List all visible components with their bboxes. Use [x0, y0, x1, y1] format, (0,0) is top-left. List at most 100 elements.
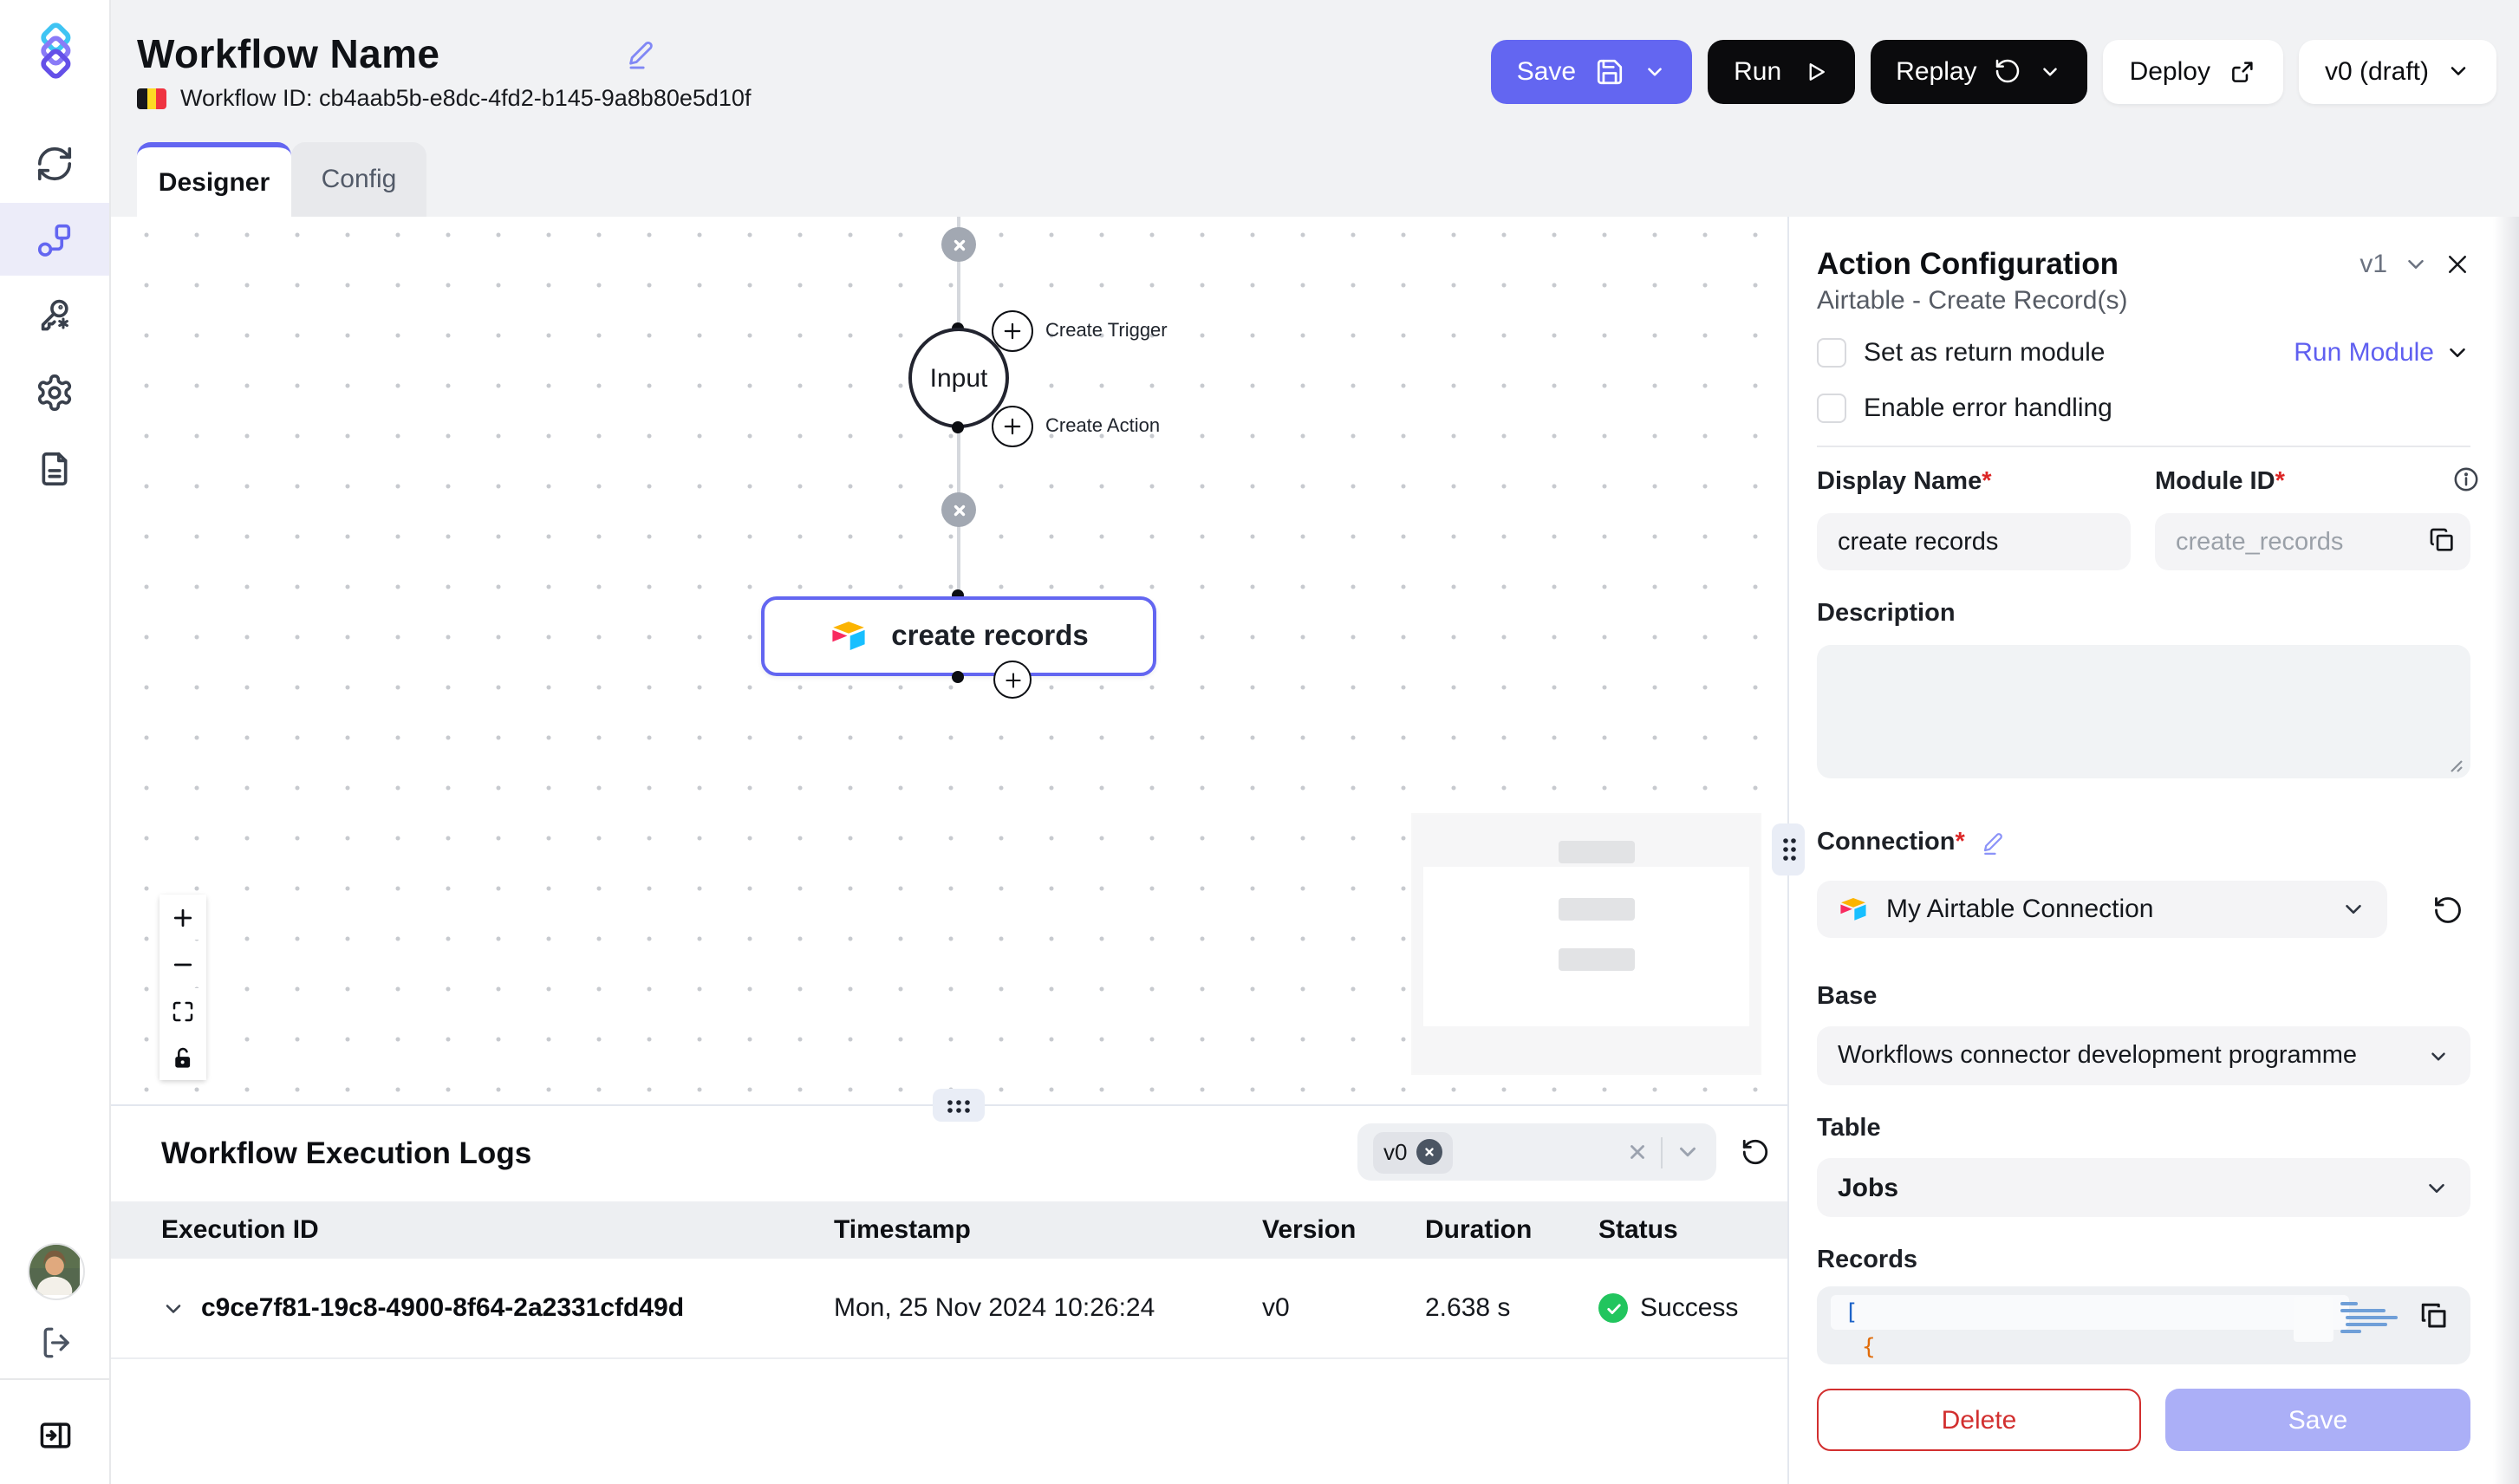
- input-node[interactable]: Input: [908, 328, 1009, 428]
- timestamp-value: Mon, 25 Nov 2024 10:26:24: [834, 1293, 1262, 1323]
- tab-designer[interactable]: Designer: [137, 142, 291, 217]
- remove-chip-icon[interactable]: [1416, 1139, 1442, 1165]
- sync-icon[interactable]: [0, 127, 109, 199]
- refresh-connection-icon[interactable]: [2432, 894, 2464, 925]
- add-next-action-button[interactable]: [993, 661, 1032, 699]
- remove-edge-mid-icon[interactable]: [941, 492, 976, 527]
- input-node-port-bottom[interactable]: [952, 421, 964, 433]
- run-module-button[interactable]: Run Module: [2294, 337, 2470, 367]
- module-id-label: Module ID*: [2155, 468, 2470, 496]
- refresh-logs-icon[interactable]: [1741, 1137, 1770, 1167]
- set-return-label: Set as return module: [1864, 337, 2106, 367]
- connection-value: My Airtable Connection: [1886, 895, 2154, 924]
- resize-handle-icon[interactable]: [2446, 756, 2464, 773]
- run-module-label: Run Module: [2294, 337, 2434, 367]
- info-icon[interactable]: [2451, 465, 2481, 494]
- action-node-label: create records: [891, 620, 1089, 653]
- deploy-export-icon: [2228, 56, 2257, 86]
- create-action-label: Create Action: [1045, 416, 1160, 437]
- code-line-2: {: [1817, 1334, 1876, 1360]
- version-filter-select[interactable]: v0: [1357, 1123, 1716, 1181]
- close-panel-icon[interactable]: [2444, 251, 2470, 277]
- error-handling-checkbox[interactable]: [1817, 393, 1846, 422]
- logout-icon[interactable]: [23, 1311, 88, 1373]
- horizontal-resize-handle[interactable]: [933, 1089, 985, 1122]
- error-handling-label: Enable error handling: [1864, 393, 2112, 422]
- copy-records-icon[interactable]: [2418, 1300, 2450, 1331]
- page-title: Workflow Name: [137, 31, 439, 78]
- connection-select[interactable]: My Airtable Connection: [1817, 881, 2387, 938]
- edit-connection-icon[interactable]: [1981, 830, 2007, 856]
- description-label: Description: [1817, 600, 2470, 628]
- logs-table-header: Execution ID Timestamp Version Duration …: [109, 1201, 1787, 1259]
- version-dropdown[interactable]: v0 (draft): [2299, 39, 2496, 103]
- status-badge: Success: [1598, 1293, 1787, 1323]
- execution-id-value: c9ce7f81-19c8-4900-8f64-2a2331cfd49d: [201, 1293, 684, 1323]
- clear-filter-icon[interactable]: [1626, 1141, 1649, 1163]
- secrets-key-icon[interactable]: [0, 279, 109, 352]
- sidebar-item-workflows[interactable]: [0, 203, 109, 276]
- sidebar: [0, 0, 111, 1484]
- action-node-create-records[interactable]: create records: [761, 596, 1156, 676]
- belgium-flag-icon: [137, 88, 166, 108]
- floppy-save-icon: [1595, 56, 1624, 86]
- table-value: Jobs: [1838, 1173, 1898, 1202]
- panel-divider: [1817, 446, 2470, 447]
- chevron-down-icon: [1644, 60, 1666, 82]
- fit-view-button[interactable]: [159, 988, 206, 1033]
- chevron-down-icon: [2424, 1175, 2450, 1201]
- sidebar-nav: [0, 127, 109, 504]
- col-version: Version: [1262, 1215, 1425, 1245]
- table-select[interactable]: Jobs: [1817, 1158, 2470, 1217]
- action-node-port-bottom[interactable]: [952, 671, 964, 683]
- panel-save-button[interactable]: Save: [2165, 1389, 2470, 1451]
- run-button[interactable]: Run: [1708, 39, 1854, 103]
- duration-value: 2.638 s: [1425, 1293, 1598, 1323]
- col-execution-id: Execution ID: [161, 1215, 834, 1245]
- base-label: Base: [1817, 983, 2470, 1011]
- create-trigger-button[interactable]: [992, 310, 1033, 352]
- delete-button[interactable]: Delete: [1817, 1389, 2141, 1451]
- canvas-minimap[interactable]: [1413, 815, 1760, 1073]
- zoom-in-button[interactable]: [159, 895, 206, 940]
- display-name-input[interactable]: [1817, 513, 2131, 570]
- set-return-checkbox[interactable]: [1817, 337, 1846, 367]
- document-icon[interactable]: [0, 432, 109, 504]
- remove-edge-top-icon[interactable]: [941, 227, 976, 262]
- expand-row-icon[interactable]: [161, 1296, 186, 1320]
- workflow-canvas[interactable]: Input Create Trigger Create Action creat…: [109, 217, 1787, 1104]
- save-button[interactable]: Save: [1491, 39, 1692, 103]
- execution-logs: Workflow Execution Logs v0: [109, 1106, 1787, 1484]
- edit-title-icon[interactable]: [623, 38, 656, 71]
- action-configuration-panel: Action Configuration v1 Airtable - Creat…: [1789, 217, 2519, 1484]
- tab-config[interactable]: Config: [291, 142, 426, 217]
- col-duration: Duration: [1425, 1215, 1598, 1245]
- chevron-down-icon: [2040, 60, 2062, 82]
- base-select[interactable]: Workflows connector development programm…: [1817, 1026, 2470, 1085]
- expand-panel-icon[interactable]: [23, 1404, 88, 1467]
- table-row[interactable]: c9ce7f81-19c8-4900-8f64-2a2331cfd49d Mon…: [109, 1259, 1787, 1359]
- app-root: Workflow Name Workflow ID: cb4aab5b-e8dc…: [0, 0, 2519, 1484]
- play-icon: [1802, 58, 1828, 84]
- filter-chip: v0: [1373, 1131, 1452, 1173]
- settings-gear-icon[interactable]: [0, 355, 109, 428]
- chevron-down-icon: [2427, 1045, 2450, 1067]
- display-name-label: Display Name*: [1817, 468, 2131, 496]
- deploy-button[interactable]: Deploy: [2104, 39, 2283, 103]
- vertical-resize-handle[interactable]: [1772, 823, 1805, 875]
- replay-button[interactable]: Replay: [1870, 39, 2087, 103]
- module-id-input[interactable]: [2155, 513, 2470, 570]
- logs-title: Workflow Execution Logs: [161, 1136, 531, 1172]
- chevron-down-icon[interactable]: [2403, 251, 2429, 277]
- avatar[interactable]: [28, 1243, 85, 1300]
- replay-refresh-icon: [1995, 57, 2022, 85]
- create-action-button[interactable]: [992, 406, 1033, 447]
- chevron-down-icon[interactable]: [1675, 1139, 1701, 1165]
- zoom-out-button[interactable]: [159, 941, 206, 986]
- lock-canvas-button[interactable]: [159, 1035, 206, 1080]
- code-line-1: [: [1831, 1299, 1858, 1325]
- minimap-node: [1559, 898, 1635, 921]
- records-code-editor[interactable]: [ {: [1817, 1286, 2470, 1364]
- description-textarea[interactable]: [1817, 645, 2470, 778]
- copy-module-id-icon[interactable]: [2427, 525, 2457, 555]
